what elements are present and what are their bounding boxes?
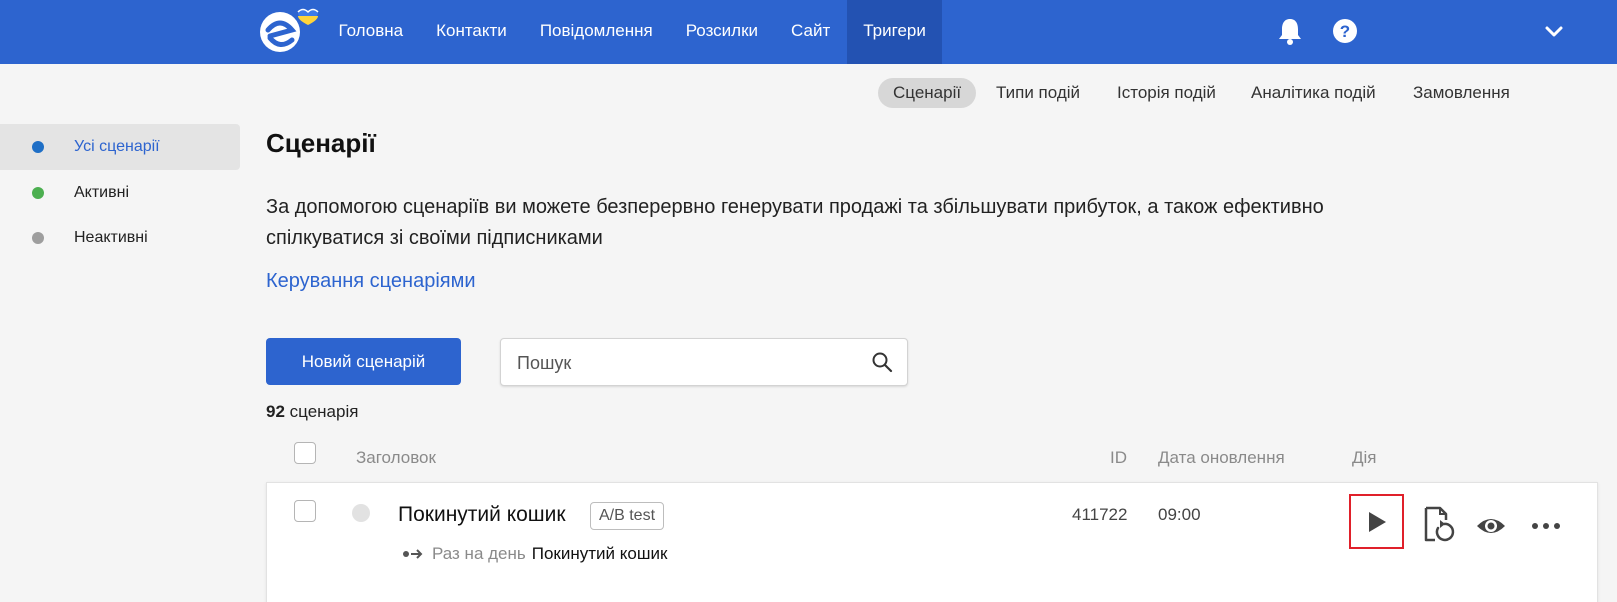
- status-dot: [32, 232, 44, 244]
- manage-scenarios-link[interactable]: Керування сценаріями: [266, 270, 476, 293]
- eye-icon[interactable]: [1475, 514, 1507, 538]
- chevron-down-icon[interactable]: [1544, 22, 1564, 42]
- count-label: сценарія: [289, 402, 359, 421]
- nav-item-site[interactable]: Сайт: [775, 0, 847, 64]
- scenario-title[interactable]: Покинутий кошик: [398, 503, 566, 527]
- scenario-count: 92 сценарія: [266, 402, 358, 422]
- logo-icon[interactable]: [258, 6, 322, 58]
- status-dot: [32, 187, 44, 199]
- search-input[interactable]: [517, 351, 857, 375]
- column-header-title[interactable]: Заголовок: [356, 448, 436, 468]
- play-icon: [1369, 512, 1386, 532]
- sidebar-item-label: Неактивні: [74, 229, 148, 246]
- new-scenario-button[interactable]: Новий сценарій: [266, 338, 461, 385]
- more-icon[interactable]: [1531, 520, 1561, 532]
- tab-event-history[interactable]: Історія подій: [1117, 78, 1216, 108]
- page-description: За допомогою сценаріїв ви можете безпере…: [266, 196, 1324, 249]
- select-all-checkbox[interactable]: [294, 442, 316, 464]
- column-header-action: Дія: [1352, 448, 1377, 467]
- restart-file-icon[interactable]: [1422, 506, 1456, 544]
- search-box: [500, 338, 908, 386]
- sidebar-item-label: Усі сценарії: [74, 138, 160, 155]
- sidebar-item-active[interactable]: Активні: [0, 170, 240, 216]
- row-status-dot: [352, 504, 370, 522]
- nav-item-mailings[interactable]: Розсилки: [669, 0, 774, 64]
- status-dot: [32, 141, 44, 153]
- search-icon[interactable]: [871, 351, 893, 373]
- sidebar-item-label: Активні: [74, 184, 130, 201]
- count-number: 92: [266, 402, 285, 421]
- nav-item-messages[interactable]: Повідомлення: [523, 0, 669, 64]
- nav-item-home[interactable]: Головна: [322, 0, 420, 64]
- sidebar-item-inactive[interactable]: Неактивні: [0, 215, 240, 261]
- help-icon[interactable]: ?: [1332, 18, 1358, 44]
- trigger-frequency: Раз на день: [432, 544, 526, 563]
- arrow-right-icon: [403, 549, 423, 559]
- sub-navigation: Сценарії Типи подій Історія подій Аналіт…: [0, 78, 1617, 108]
- nav-item-triggers[interactable]: Тригери: [846, 0, 943, 64]
- tab-event-types[interactable]: Типи подій: [996, 78, 1080, 108]
- ab-test-badge: A/B test: [590, 502, 665, 530]
- nav-item-contacts[interactable]: Контакти: [420, 0, 524, 64]
- bell-icon[interactable]: [1276, 16, 1304, 46]
- column-header-id[interactable]: ID: [1110, 448, 1127, 468]
- trigger-name: Покинутий кошик: [531, 544, 668, 563]
- trigger-info: Раз на день Покинутий кошик: [402, 544, 667, 564]
- scenario-updated-date: 09:00: [1158, 505, 1201, 524]
- play-button[interactable]: [1349, 494, 1404, 549]
- top-bar: Головна Контакти Повідомлення Розсилки С…: [0, 0, 1617, 64]
- page-title: Сценарії: [266, 128, 376, 158]
- column-header-date[interactable]: Дата оновлення: [1158, 448, 1285, 468]
- tab-scenarios[interactable]: Сценарії: [878, 78, 977, 108]
- row-checkbox[interactable]: [294, 500, 316, 522]
- main-navigation: Головна Контакти Повідомлення Розсилки С…: [322, 0, 943, 64]
- sidebar-item-all-scenarios[interactable]: Усі сценарії: [0, 124, 240, 170]
- tab-orders[interactable]: Замовлення: [1413, 78, 1510, 108]
- scenario-id: 411722: [1072, 505, 1128, 524]
- svg-text:?: ?: [1340, 22, 1350, 41]
- tab-event-analytics[interactable]: Аналітика подій: [1251, 78, 1376, 108]
